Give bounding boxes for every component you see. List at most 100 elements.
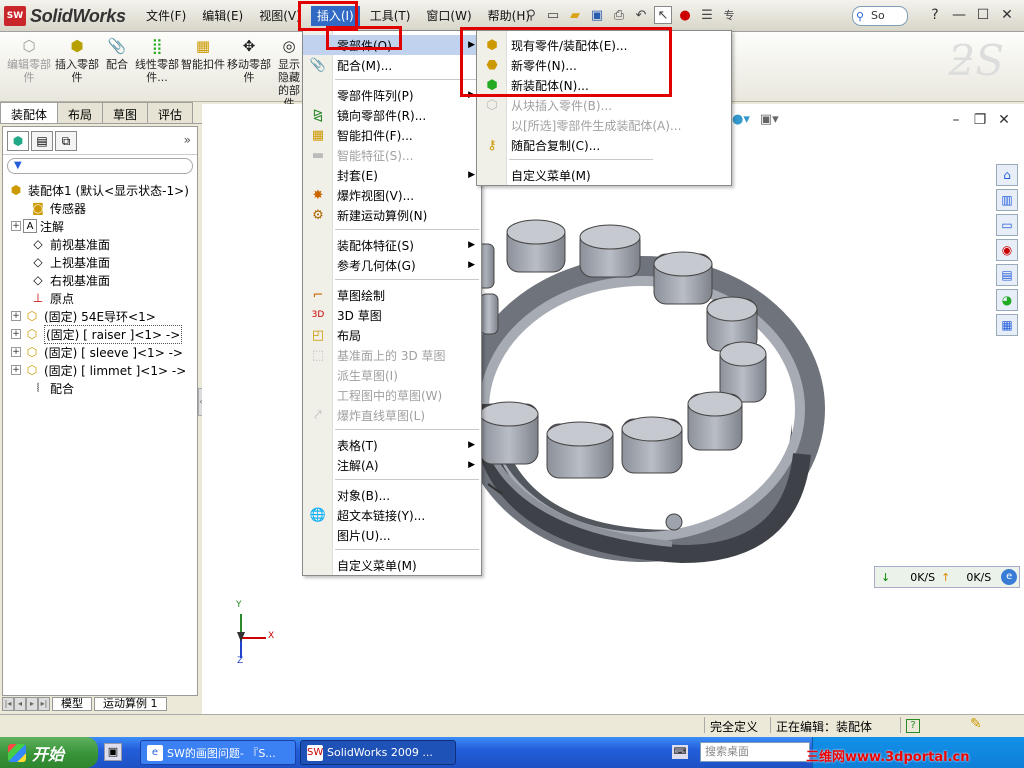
menu-item[interactable]: 零部件阵列(P) ▶ bbox=[303, 85, 481, 105]
menu-item[interactable]: 图片(U)... bbox=[303, 525, 481, 545]
expand-icon[interactable]: + bbox=[11, 347, 21, 357]
menu-item[interactable]: ⚷ 随配合复制(C)... bbox=[477, 135, 731, 155]
traffic-light-icon[interactable]: ● bbox=[676, 6, 694, 24]
help-icon[interactable]: ? bbox=[906, 719, 920, 733]
tree-item-sensors[interactable]: ◙ 传感器 bbox=[5, 199, 195, 217]
configuration-manager-tab-icon[interactable]: ⧉ bbox=[55, 131, 77, 151]
menu-item[interactable]: ⬚ 基准面上的 3D 草图 bbox=[303, 345, 481, 365]
minimize-icon[interactable]: — bbox=[950, 6, 968, 24]
tab-assembly[interactable]: 装配体 bbox=[0, 102, 59, 123]
menu-item[interactable]: ◰ 布局 bbox=[303, 325, 481, 345]
expand-icon[interactable]: + bbox=[11, 221, 21, 231]
menu-item[interactable]: ⧎ 镜向零部件(R)... bbox=[303, 105, 481, 125]
options-icon[interactable]: ☰ bbox=[698, 6, 716, 24]
expand-icon[interactable]: + bbox=[11, 365, 21, 375]
menu-item[interactable]: 参考几何体(G) ▶ bbox=[303, 255, 481, 275]
menu-item[interactable]: ▦ 智能扣件(F)... bbox=[303, 125, 481, 145]
menu-item[interactable]: ✸ 爆炸视图(V)... bbox=[303, 185, 481, 205]
help-icon[interactable]: ? bbox=[926, 6, 944, 24]
linear-pattern-button[interactable]: ⣿ 线性零部件... bbox=[134, 36, 180, 84]
tab-motion-study[interactable]: 运动算例 1 bbox=[94, 697, 167, 711]
menu-item[interactable]: ⬢ 现有零件/装配体(E)... bbox=[477, 35, 731, 55]
expand-icon[interactable]: + bbox=[11, 311, 21, 321]
menu-item[interactable]: 零部件(O) ▶ bbox=[303, 35, 481, 55]
quick-launch-icon[interactable]: ▣ bbox=[104, 743, 122, 761]
tree-item-assembly[interactable]: ⬢ 装配体1 (默认<显示状态-1>) bbox=[5, 181, 195, 199]
menu-item[interactable]: 📎 配合(M)... bbox=[303, 55, 481, 75]
tab-sketch[interactable]: 草图 bbox=[102, 102, 149, 123]
feature-tree: ⬢ 装配体1 (默认<显示状态-1>) ◙ 传感器 + A 注解 ◇ 前视基准面… bbox=[3, 177, 197, 401]
filter-input[interactable]: ▼ bbox=[7, 158, 193, 174]
menu-item[interactable]: ⬡ 从块插入零件(B)... bbox=[477, 95, 731, 115]
edit-component-button[interactable]: ⬡ 编辑零部件 bbox=[6, 36, 52, 84]
tree-item-component[interactable]: + ⬡ (固定) [ limmet ]<1> -> bbox=[5, 361, 195, 379]
menu-item[interactable]: 以[所选]零部件生成装配体(A)... bbox=[477, 115, 731, 135]
menu-item[interactable]: 表格(T) ▶ bbox=[303, 435, 481, 455]
desktop-search-input[interactable]: 搜索桌面 bbox=[700, 742, 810, 762]
menu-window[interactable]: 窗口(W) bbox=[420, 6, 477, 26]
smart-fastener-button[interactable]: ▦ 智能扣件 bbox=[180, 36, 226, 71]
tree-item-component[interactable]: + ⬡ (固定) [ raiser ]<1> -> bbox=[5, 324, 195, 344]
tree-item-origin[interactable]: ⊥ 原点 bbox=[5, 289, 195, 307]
tab-evaluate[interactable]: 评估 bbox=[147, 102, 194, 123]
property-manager-tab-icon[interactable]: ▤ bbox=[31, 131, 53, 151]
menu-item[interactable]: ⤤ 爆炸直线草图(L) bbox=[303, 405, 481, 425]
taskbar-button-browser[interactable]: e SW的画图问题- 『S... bbox=[140, 740, 296, 765]
first-icon[interactable]: |◂ bbox=[2, 697, 14, 711]
select-icon[interactable]: ↖ bbox=[654, 6, 672, 24]
menu-item[interactable]: 自定义菜单(M) bbox=[303, 555, 481, 575]
menu-item[interactable]: ▬ 智能特征(S)... bbox=[303, 145, 481, 165]
tree-item-component[interactable]: + ⬡ (固定) 54E导环<1> bbox=[5, 307, 195, 325]
menu-view[interactable]: 视图(V) bbox=[253, 6, 307, 26]
menu-item[interactable]: 装配体特征(S) ▶ bbox=[303, 235, 481, 255]
next-icon[interactable]: ▸ bbox=[26, 697, 38, 711]
restore-icon[interactable]: ☐ bbox=[974, 6, 992, 24]
menu-item[interactable]: 注解(A) ▶ bbox=[303, 455, 481, 475]
save-icon[interactable]: ▣ bbox=[588, 6, 606, 24]
insert-component-label: 插入零部件 bbox=[55, 58, 99, 84]
pin-icon[interactable]: ⚲ bbox=[522, 6, 540, 24]
menu-insert[interactable]: 插入(I) bbox=[310, 6, 360, 26]
start-button[interactable]: 开始 bbox=[0, 737, 98, 768]
menu-item[interactable]: 3D 3D 草图 bbox=[303, 305, 481, 325]
open-icon[interactable]: ▰ bbox=[566, 6, 584, 24]
tree-item-component[interactable]: + ⬡ (固定) [ sleeve ]<1> -> bbox=[5, 343, 195, 361]
tree-item-mates[interactable]: ⦚ 配合 bbox=[5, 379, 195, 397]
menu-tools[interactable]: 工具(T) bbox=[364, 6, 417, 26]
tree-item-front-plane[interactable]: ◇ 前视基准面 bbox=[5, 235, 195, 253]
new-icon[interactable]: ▭ bbox=[544, 6, 562, 24]
menu-item[interactable]: 工程图中的草图(W) bbox=[303, 385, 481, 405]
rebuild-icon[interactable]: ✎ bbox=[970, 716, 982, 732]
expand-icon[interactable]: + bbox=[11, 329, 21, 339]
menu-item[interactable]: 对象(B)... bbox=[303, 485, 481, 505]
menu-item[interactable]: ⬣ 新零件(N)... bbox=[477, 55, 731, 75]
menu-item[interactable]: ⌐ 草图绘制 bbox=[303, 285, 481, 305]
keyboard-icon[interactable]: ⌨ bbox=[672, 745, 688, 759]
menu-edit[interactable]: 编辑(E) bbox=[196, 6, 249, 26]
tree-item-top-plane[interactable]: ◇ 上视基准面 bbox=[5, 253, 195, 271]
menu-item[interactable]: 派生草图(I) bbox=[303, 365, 481, 385]
chevron-right-icon[interactable]: » bbox=[184, 133, 191, 147]
taskbar-button-solidworks[interactable]: SW SolidWorks 2009 ... bbox=[300, 740, 456, 765]
tree-item-annotations[interactable]: + A 注解 bbox=[5, 217, 195, 235]
menu-item[interactable]: ⬢ 新装配体(N)... bbox=[477, 75, 731, 95]
print-icon[interactable]: ⎙ bbox=[610, 6, 628, 24]
menu-item[interactable]: ⚙ 新建运动算例(N) bbox=[303, 205, 481, 225]
undo-icon[interactable]: ↶ bbox=[632, 6, 650, 24]
feature-tree-tab-icon[interactable]: ⬢ bbox=[7, 131, 29, 151]
menu-item[interactable]: 封套(E) ▶ bbox=[303, 165, 481, 185]
menu-item[interactable]: 🌐 超文本链接(Y)... bbox=[303, 505, 481, 525]
close-icon[interactable]: ✕ bbox=[998, 6, 1016, 24]
tab-layout[interactable]: 布局 bbox=[57, 102, 104, 123]
tab-model[interactable]: 模型 bbox=[52, 697, 92, 711]
menu-file[interactable]: 文件(F) bbox=[140, 6, 192, 26]
last-icon[interactable]: ▸| bbox=[38, 697, 50, 711]
menu-item[interactable]: 自定义菜单(M) bbox=[477, 165, 731, 185]
move-component-button[interactable]: ✥ 移动零部件 bbox=[226, 36, 272, 84]
ie-icon[interactable]: e bbox=[1001, 569, 1018, 585]
tree-item-right-plane[interactable]: ◇ 右视基准面 bbox=[5, 271, 195, 289]
show-hidden-button[interactable]: ◎ 显示隐藏的部件 bbox=[274, 36, 304, 110]
solidworks-logo[interactable]: SW SolidWorks bbox=[4, 5, 126, 27]
search-input[interactable]: ⚲ So bbox=[852, 6, 908, 26]
prev-icon[interactable]: ◂ bbox=[14, 697, 26, 711]
